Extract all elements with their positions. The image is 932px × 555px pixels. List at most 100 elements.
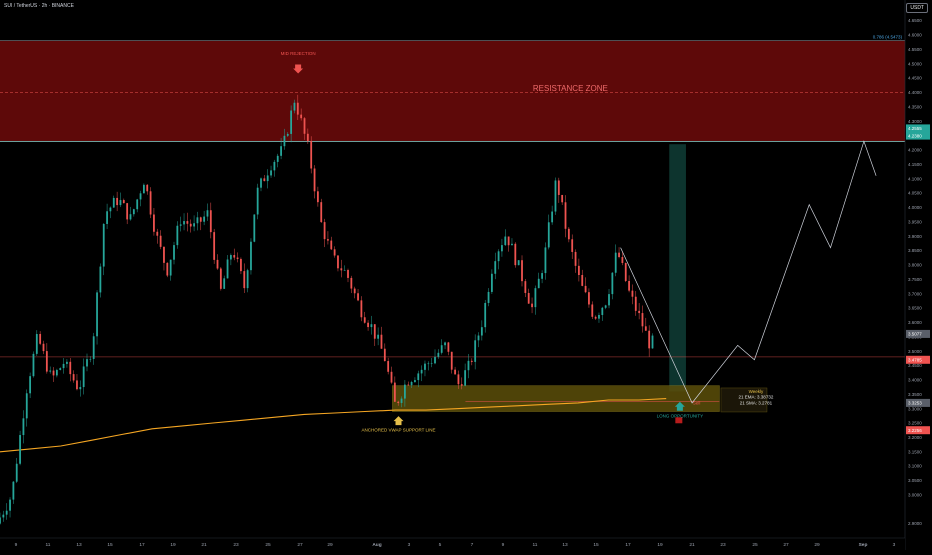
y-tick-label-16: 3.7500	[908, 277, 922, 282]
candle-body	[397, 401, 400, 403]
chart-root: RESISTANCE ZONE 0.786 (4.5473) MID REJECT…	[0, 0, 932, 550]
candle-body	[116, 197, 119, 206]
x-tick-label-4: 17	[139, 542, 145, 548]
candle-body	[414, 380, 416, 383]
candle-body	[457, 374, 460, 385]
candle-body	[316, 191, 319, 203]
candle-body	[333, 249, 336, 256]
candle-body	[460, 384, 463, 386]
candle-body	[35, 334, 38, 354]
x-tick-label-10: 29	[327, 542, 333, 548]
candle-body	[166, 262, 169, 276]
candle-body	[256, 187, 259, 215]
price-chart[interactable]: RESISTANCE ZONE 0.786 (4.5473) MID REJECT…	[0, 0, 932, 550]
candle-body	[313, 168, 316, 192]
candle-body	[55, 369, 58, 376]
candle-body	[504, 236, 507, 246]
candle-body	[420, 369, 423, 374]
candle-body	[380, 334, 383, 349]
y-tick-label-18: 3.8500	[908, 248, 922, 253]
symbol-header: SUI / TetherUS · 2h · BINANCE	[4, 3, 74, 9]
candle-body	[377, 334, 380, 339]
candle-body	[45, 351, 48, 372]
candle-body	[102, 223, 105, 267]
price-badge-4: 3.4785	[908, 358, 922, 363]
candle-body	[96, 292, 98, 337]
candle-body	[631, 290, 634, 297]
y-tick-label-33: 4.6000	[908, 33, 922, 38]
annotation-4: 21 EMA: 3.38732	[739, 395, 774, 400]
candle-body	[189, 223, 192, 227]
candle-body	[69, 361, 72, 375]
candle-body	[507, 236, 510, 246]
x-tick-label-24: 27	[783, 542, 789, 548]
candle-body	[129, 214, 132, 220]
candle-body	[296, 102, 299, 115]
y-tick-label-0: 2.9000	[908, 521, 922, 526]
candle-body	[149, 191, 152, 215]
candle-body	[564, 202, 567, 229]
x-tick-label-12: 3	[408, 542, 411, 548]
candle-body	[464, 370, 467, 386]
candle-body	[176, 225, 179, 246]
candle-body	[367, 322, 369, 328]
candle-body	[122, 200, 125, 204]
candle-body	[5, 510, 8, 515]
candle-body	[474, 340, 477, 362]
y-tick-label-21: 4.0000	[908, 205, 922, 210]
x-tick-label-25: 29	[814, 542, 820, 548]
y-tick-label-23: 4.1000	[908, 176, 922, 181]
candle-body	[524, 281, 527, 293]
candle-body	[651, 335, 654, 349]
candle-body	[628, 280, 630, 291]
candle-body	[276, 155, 279, 162]
x-tick-label-11: Aug	[372, 542, 381, 548]
candle-body	[293, 102, 296, 111]
candle-body	[286, 133, 289, 136]
candle-body	[330, 240, 333, 250]
annotation-0: MID REJECTION	[281, 51, 316, 56]
candle-body	[407, 384, 410, 386]
candle-body	[644, 326, 647, 331]
candle-body	[551, 211, 554, 223]
annotation-6: Sell	[693, 400, 701, 405]
candle-body	[527, 292, 530, 304]
candle-body	[390, 371, 393, 383]
y-tick-label-8: 3.3500	[908, 392, 922, 397]
x-tick-label-16: 11	[533, 542, 538, 548]
candle-body	[618, 252, 620, 258]
candle-body	[353, 288, 356, 294]
candle-body	[337, 255, 339, 269]
candle-body	[444, 342, 446, 346]
candle-body	[283, 135, 286, 147]
y-tick-label-30: 4.4500	[908, 76, 922, 81]
candle-body	[263, 178, 266, 182]
candle-body	[2, 514, 5, 518]
candle-body	[112, 197, 115, 208]
candle-body	[42, 343, 45, 352]
candle-body	[561, 194, 564, 203]
candle-body	[246, 270, 249, 289]
candle-body	[557, 180, 560, 195]
y-tick-label-19: 3.9000	[908, 234, 922, 239]
candle-body	[517, 260, 520, 266]
y-tick-label-13: 3.6000	[908, 320, 922, 325]
price-badge-1: 4.2555	[908, 126, 922, 131]
candle-body	[243, 271, 246, 289]
candle-body	[611, 272, 614, 295]
candle-body	[260, 178, 262, 188]
currency-button[interactable]: USDT	[906, 3, 928, 13]
candle-body	[280, 146, 282, 156]
candle-body	[430, 363, 433, 364]
x-tick-label-21: 21	[689, 542, 695, 548]
candle-body	[163, 246, 165, 263]
candle-body	[52, 370, 55, 376]
candle-body	[209, 210, 212, 233]
candle-body	[19, 435, 21, 464]
candle-body	[567, 228, 570, 240]
candle-body	[393, 382, 396, 402]
candle-body	[126, 203, 129, 220]
x-tick-label-19: 17	[625, 542, 631, 548]
candle-body	[300, 114, 303, 119]
y-tick-label-15: 3.7000	[908, 291, 922, 296]
